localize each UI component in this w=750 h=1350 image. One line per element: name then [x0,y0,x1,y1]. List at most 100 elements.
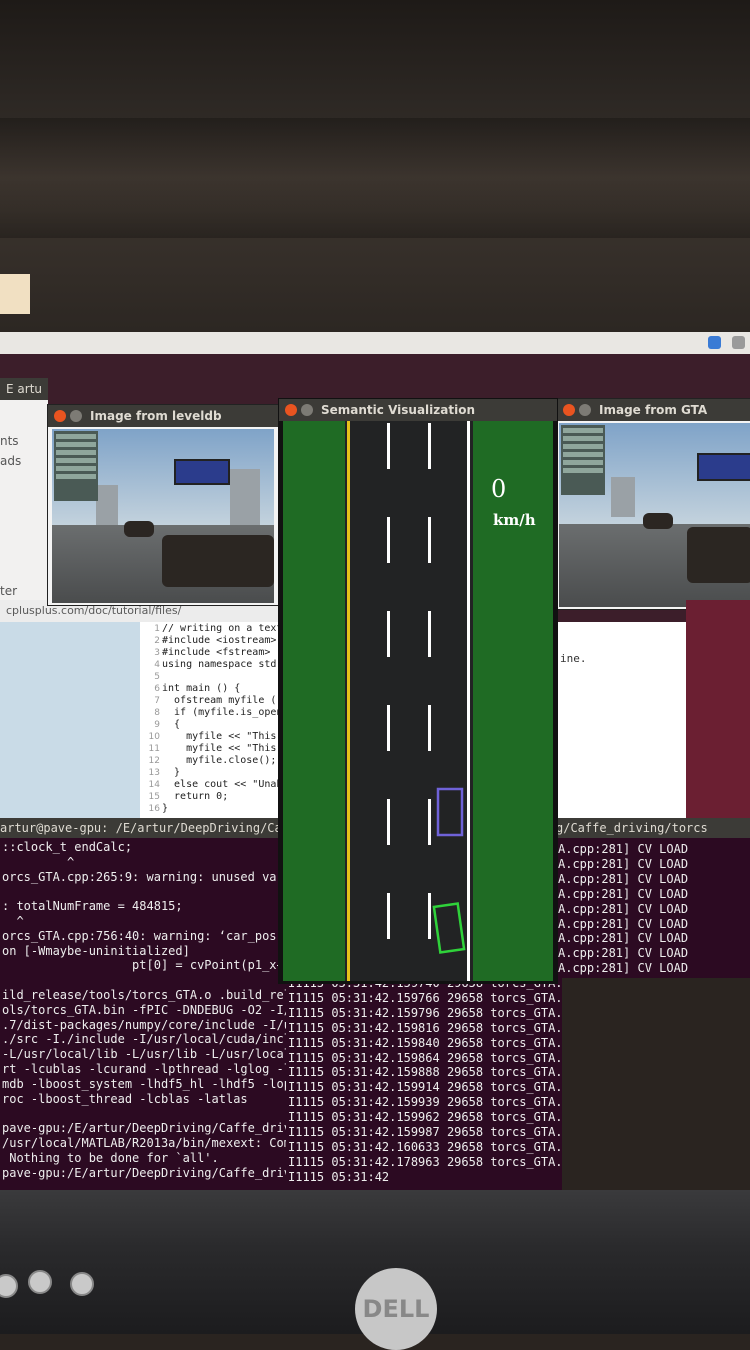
terminal-line: I1115 05:31:42.159962 29658 torcs_GTA.cp… [288,1110,562,1125]
terminal-line: I1115 05:31:42.159766 29658 torcs_GTA.cp… [288,990,562,1005]
lane-dash [387,423,390,469]
lane-dash [387,799,390,845]
terminal-line: pt[0] = cvPoint(p1_x+car_pos [132,958,290,973]
close-icon[interactable] [54,410,66,422]
browser-tab-label: artu [17,382,43,396]
lane-dash [387,705,390,751]
browser-tab[interactable]: E artu [0,378,48,400]
line-number: 16 [148,804,160,814]
monitor-button[interactable] [0,1274,18,1298]
terminal-line: ild_release/tools/torcs_GTA.o .build_rel… [2,988,290,1002]
terminal-line: A.cpp:281] CV LOAD [558,961,689,976]
minimize-icon[interactable] [70,410,82,422]
terminal-line: A.cpp:281] CV LOAD [558,931,689,946]
terminal-line: A.cpp:281] CV LOAD [558,886,689,901]
lane-dash [428,611,431,657]
terminal-line: A.cpp:281] CV LOAD [558,901,689,916]
line-number: 2 [154,636,160,646]
line-number: 4 [154,660,160,670]
terminal-line: mdb -lboost_system -lhdf5_hl -lhdf5 -lop… [2,1076,290,1091]
lane-dash [428,893,431,939]
terminal-left-titlebar: artur@pave-gpu: /E/artur/DeepDriving/Caf… [0,818,354,838]
semantic-road-view: 0 km/h [283,421,553,981]
line-number: 1 [154,624,160,634]
right-doc-text: ine. [560,652,587,665]
code-line: else cout << "Unable [162,779,295,790]
terminal-line: A.cpp:281] CV LOAD [558,856,689,871]
code-line: #include <fstream> [162,647,271,658]
code-line: { [162,719,181,730]
code-line: myfile.close(); [162,755,277,766]
sidebar-item-1[interactable]: nts [0,434,19,448]
code-line: if (myfile.is_open() [162,707,295,718]
terminal-line: A.cpp:281] CV LOAD [558,871,689,886]
terminal-line: ols/torcs_GTA.bin -fPIC -DNDEBUG -O2 -I/… [2,1002,290,1017]
line-number: 11 [148,744,160,754]
terminal-line: I1115 05:31:42 [288,1169,390,1184]
close-icon[interactable] [285,404,297,416]
lane-dash [428,423,431,469]
semantic-visualization-window[interactable]: Semantic Visualization 0 km/h [278,398,558,984]
code-line: using namespace std; [162,659,283,670]
lane-dash [387,893,390,939]
terminal-line: ^ [2,973,290,988]
left-grass [283,421,345,981]
sidebar-item-3[interactable]: ter [0,584,17,598]
terminal-line: I1115 05:31:42.159864 29658 torcs_GTA.cp… [288,1050,562,1065]
monitor-button[interactable] [28,1270,52,1294]
terminal-line: ./src -I./include -I/usr/local/cuda/incl… [2,1032,290,1047]
code-editor[interactable]: 1// writing on a text f 2 #include <iostre… [140,622,294,818]
sidebar-item-2[interactable]: ads [0,454,21,468]
lane-dash [428,705,431,751]
gta-window[interactable]: Image from GTA [556,398,750,610]
terminal-line: I1115 05:31:42.159816 29658 torcs_GTA.cp… [288,1020,562,1035]
minimize-icon[interactable] [301,404,313,416]
terminal-line: orcs_GTA.cpp:756:40: warning: ‘car_pos’ … [2,928,290,943]
leveldb-game-image [52,429,274,603]
line-number: 10 [148,732,160,742]
monitor-button[interactable] [70,1272,94,1296]
terminal-right-title: g/Caffe_driving/torcs [556,821,708,835]
code-line: } [162,767,181,778]
terminal-line: rt -lcublas -lcurand -lpthread -lglog -l… [2,1062,290,1076]
terminal-line: I1115 05:31:42.159888 29658 torcs_GTA.cp… [288,1065,562,1080]
lane-dash [428,799,431,845]
terminal-line: I1115 05:31:42.159939 29658 torcs_GTA.cp… [288,1095,562,1110]
browser-sidebar: E artu nts ads ter [0,378,48,603]
terminal-right[interactable]: A.cpp:281] CV LOAD A.cpp:281] CV LOAD A.cp… [556,838,750,978]
line-number: 6 [154,684,160,694]
line-number: 7 [154,696,160,706]
gta-game-image [559,423,750,607]
dropbox-icon[interactable] [708,336,721,349]
terminal-line: on [-Wmaybe-uninitialized] [2,943,190,958]
terminal-line: Nothing to be done for `all'. [2,1150,219,1165]
lane-dash [428,517,431,563]
line-number: 9 [154,720,160,730]
code-line: myfile << "This is [162,743,295,754]
code-line: ofstream myfile ("ex [162,695,295,706]
gta-title: Image from GTA [599,403,708,417]
code-line: } [162,803,169,814]
lane-dash [387,611,390,657]
terminal-line: ^ [2,914,24,928]
line-number: 8 [154,708,160,718]
tray-icon[interactable] [732,336,745,349]
line-number: 3 [154,648,160,658]
line-number: 12 [148,756,160,766]
close-icon[interactable] [563,404,575,416]
terminal-line: pave-gpu:/E/artur/DeepDriving/Caffe_driv… [2,1121,290,1136]
line-number: 14 [148,780,160,790]
terminal-left[interactable]: ::clock_t endCalc; ^ orcs_GTA.cpp:265:9: … [0,838,290,1190]
speed-value: 0 [491,475,506,503]
desktop-top-panel [0,332,750,354]
line-number: 15 [148,792,160,802]
terminal-line: .7/dist-packages/numpy/core/include -I/u… [2,1017,290,1032]
code-line: #include <iostream> [162,635,277,646]
semantic-titlebar: Semantic Visualization [279,399,557,421]
leveldb-window[interactable]: Image from leveldb [47,404,279,606]
sticky-note [0,274,30,314]
leveldb-titlebar: Image from leveldb [48,405,278,427]
minimize-icon[interactable] [579,404,591,416]
road-surface [345,421,473,981]
right-background [686,600,750,822]
